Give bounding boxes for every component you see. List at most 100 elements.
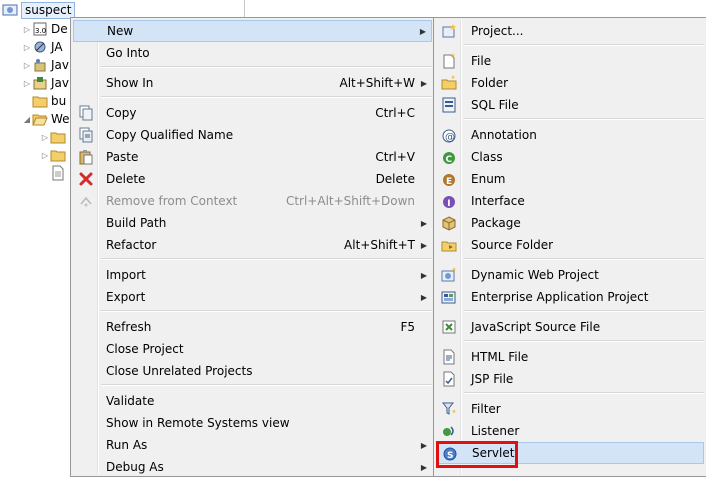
filter-icon [440, 400, 458, 418]
menu-item-refresh[interactable]: Refresh F5 [73, 316, 432, 338]
menu-item-refactor[interactable]: Refactor Alt+Shift+T ▶ [73, 234, 432, 256]
tree-item-webcontent[interactable]: ◢ We [22, 110, 70, 128]
menu-item-close-unrelated-projects[interactable]: Close Unrelated Projects [73, 360, 432, 382]
web-project-icon [2, 2, 18, 18]
menu-item-copy-qualified-name[interactable]: Copy Qualified Name [73, 124, 432, 146]
submenu-arrow-icon: ▶ [420, 440, 427, 450]
submenu-item-javascript-source-file[interactable]: JavaScript Source File [436, 316, 704, 338]
submenu-item-project[interactable]: Project... [436, 20, 704, 42]
menu-separator [464, 258, 704, 260]
javascript-resources-icon [32, 75, 48, 91]
svg-text:C: C [446, 155, 453, 165]
submenu-item-enterprise-application-project[interactable]: Enterprise Application Project [436, 286, 704, 308]
folder-icon [50, 147, 66, 163]
sql-file-icon [440, 96, 458, 114]
tree-item-deployment[interactable]: ▷ 3.0 De [22, 20, 68, 38]
copy-qualified-name-icon [77, 126, 95, 144]
expand-arrow-icon[interactable]: ▷ [40, 151, 50, 160]
menu-item-paste[interactable]: Paste Ctrl+V [73, 146, 432, 168]
tree-item-java-resources[interactable]: ▷ Jav [22, 56, 69, 74]
submenu-item-source-folder[interactable]: Source Folder [436, 234, 704, 256]
tree-item-child-folder-1[interactable]: ▷ [40, 128, 69, 146]
folder-icon [50, 129, 66, 145]
tree-item-javascript-resources[interactable]: ▷ Jav [22, 74, 69, 92]
submenu-arrow-icon: ▶ [420, 240, 427, 250]
expand-arrow-icon[interactable]: ▷ [22, 43, 32, 52]
annotation-icon: @ [440, 126, 458, 144]
servlet-annotation-highlight-box [436, 441, 518, 468]
menu-separator [464, 118, 704, 120]
menu-item-remove-from-context[interactable]: Remove from Context Ctrl+Alt+Shift+Down [73, 190, 432, 212]
submenu-arrow-icon: ▶ [420, 462, 427, 472]
java-resources-icon [32, 57, 48, 73]
menu-item-run-as[interactable]: Run As ▶ [73, 434, 432, 456]
menu-item-export[interactable]: Export ▶ [73, 286, 432, 308]
submenu-item-package[interactable]: Package [436, 212, 704, 234]
menu-item-close-project[interactable]: Close Project [73, 338, 432, 360]
submenu-item-enum[interactable]: E Enum [436, 168, 704, 190]
menu-item-import[interactable]: Import ▶ [73, 264, 432, 286]
menu-item-show-in-remote-systems-view[interactable]: Show in Remote Systems view [73, 412, 432, 434]
enterprise-application-project-icon [440, 288, 458, 306]
menu-item-validate[interactable]: Validate [73, 390, 432, 412]
expand-arrow-icon[interactable]: ▷ [22, 25, 32, 34]
tree-item-suspect[interactable]: suspect [2, 1, 76, 19]
submenu-item-interface[interactable]: I Interface [436, 190, 704, 212]
submenu-item-jsp-file[interactable]: JSP File [436, 368, 704, 390]
enum-icon: E [440, 170, 458, 188]
menu-item-go-into[interactable]: Go Into [73, 42, 432, 64]
javascript-source-file-icon [440, 318, 458, 336]
submenu-item-sql-file[interactable]: SQL File [436, 94, 704, 116]
dynamic-web-project-icon [440, 266, 458, 284]
submenu-item-file[interactable]: File [436, 50, 704, 72]
svg-text:@: @ [445, 132, 455, 143]
menu-item-show-in[interactable]: Show In Alt+Shift+W ▶ [73, 72, 432, 94]
menu-item-debug-as[interactable]: Debug As ▶ [73, 456, 432, 478]
menu-separator [101, 384, 432, 386]
folder-icon [32, 93, 48, 109]
new-folder-icon [440, 74, 458, 92]
menu-item-new[interactable]: New ▶ [73, 20, 432, 42]
submenu-item-listener[interactable]: Listener [436, 420, 704, 442]
new-project-icon [440, 22, 458, 40]
tree-item-child-folder-2[interactable]: ▷ [40, 146, 69, 164]
submenu-item-annotation[interactable]: @ Annotation [436, 124, 704, 146]
context-menu: New ▶ Go Into Show In Alt+Shift+W ▶ Copy… [70, 17, 435, 477]
expand-arrow-icon[interactable]: ▷ [22, 79, 32, 88]
tree-item-build[interactable]: bu [32, 92, 66, 110]
expand-arrow-icon[interactable]: ▷ [40, 133, 50, 142]
menu-separator [101, 96, 432, 98]
menu-separator [464, 310, 704, 312]
menu-separator [101, 66, 432, 68]
submenu-item-folder[interactable]: Folder [436, 72, 704, 94]
menu-item-copy[interactable]: Copy Ctrl+C [73, 102, 432, 124]
file-icon [50, 165, 66, 181]
new-file-icon [440, 52, 458, 70]
collapse-arrow-icon[interactable]: ◢ [22, 115, 32, 124]
menu-separator [101, 258, 432, 260]
submenu-item-filter[interactable]: Filter [436, 398, 704, 420]
tree-item-child-file[interactable] [50, 164, 69, 182]
jsp-file-icon [440, 370, 458, 388]
menu-separator [464, 44, 704, 46]
deployment-descriptor-icon: 3.0 [32, 21, 48, 37]
menu-separator [464, 392, 704, 394]
source-folder-icon [440, 236, 458, 254]
menu-item-build-path[interactable]: Build Path ▶ [73, 212, 432, 234]
menu-item-delete[interactable]: Delete Delete [73, 168, 432, 190]
submenu-arrow-icon: ▶ [420, 218, 427, 228]
submenu-item-html-file[interactable]: HTML File [436, 346, 704, 368]
tree-item-jax[interactable]: ▷ JA [22, 38, 63, 56]
submenu-item-class[interactable]: C Class [436, 146, 704, 168]
class-icon: C [440, 148, 458, 166]
copy-icon [77, 104, 95, 122]
menu-separator [464, 340, 704, 342]
expand-arrow-icon[interactable]: ▷ [22, 61, 32, 70]
new-submenu: Project... File Folder SQL File @ Annota… [433, 17, 706, 477]
tree-item-label: suspect [25, 3, 72, 17]
paste-icon [77, 148, 95, 166]
menu-separator [101, 310, 432, 312]
remove-from-context-icon [77, 192, 95, 210]
submenu-item-dynamic-web-project[interactable]: Dynamic Web Project [436, 264, 704, 286]
submenu-arrow-icon: ▶ [420, 78, 427, 88]
